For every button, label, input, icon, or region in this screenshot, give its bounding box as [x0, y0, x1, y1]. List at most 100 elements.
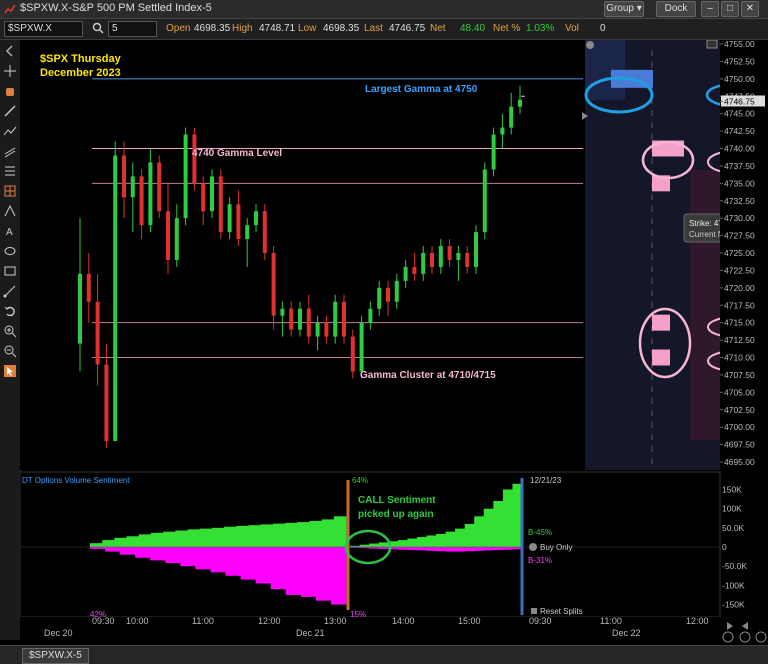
- grid-icon[interactable]: [3, 184, 17, 198]
- b-pos-label: B-45%: [528, 528, 552, 537]
- symbol-input[interactable]: $SPXW.X: [4, 21, 83, 37]
- candle-body: [438, 246, 443, 267]
- pitchfork-icon[interactable]: [3, 204, 17, 218]
- candle-body: [280, 308, 285, 316]
- heading-line1: $SPX Thursday: [40, 53, 122, 65]
- sentiment-buy-bar: [359, 544, 370, 547]
- minimize-button[interactable]: –: [701, 1, 719, 17]
- maximize-button[interactable]: □: [721, 1, 739, 17]
- buy-only-gear-icon[interactable]: [529, 543, 537, 551]
- sentiment-buy-bar: [150, 532, 164, 547]
- reset-splits-icon[interactable]: [531, 608, 537, 614]
- sentiment-buy-bar: [426, 535, 437, 547]
- low-value: 4698.35: [323, 23, 360, 34]
- sentiment-sell-bar: [120, 547, 136, 555]
- trendline-icon[interactable]: [3, 104, 17, 118]
- group-dropdown[interactable]: Group ▾: [604, 1, 644, 17]
- crosshair-icon[interactable]: [3, 64, 17, 78]
- pointer-icon[interactable]: [3, 364, 17, 378]
- price-tick-label: 4730.00: [724, 213, 755, 223]
- drawing-toolbar: A: [0, 40, 21, 640]
- candle-body: [130, 176, 135, 198]
- sentiment-buy-bar: [260, 524, 274, 547]
- net-value: 48.40: [460, 23, 486, 34]
- candle-body: [315, 322, 320, 337]
- text-tool-icon[interactable]: A: [3, 224, 17, 238]
- b-neg-label: B-31%: [528, 556, 552, 565]
- sentiment-sell-bar: [397, 547, 408, 550]
- sentiment-sell-bar: [493, 547, 504, 551]
- sentiment-tick-label: 50.0K: [722, 523, 745, 533]
- reset-splits-label[interactable]: Reset Splits: [540, 607, 583, 616]
- candle-body: [474, 232, 478, 267]
- price-tick-label: 4705.00: [724, 387, 755, 397]
- sentiment-buy-bar: [483, 508, 494, 547]
- candle-body: [218, 176, 223, 233]
- fibonacci-icon[interactable]: [3, 164, 17, 178]
- sentiment-sell-bar: [210, 547, 226, 573]
- sentiment-sell-bar: [195, 547, 211, 570]
- ellipse-tool-icon[interactable]: [3, 244, 17, 258]
- panel-close-icon[interactable]: [706, 40, 718, 49]
- candle-body: [183, 134, 188, 219]
- chart-tab[interactable]: $SPXW.X-5: [22, 648, 89, 664]
- sentiment-buy-bar: [175, 530, 188, 547]
- candle-body: [333, 301, 338, 337]
- sentiment-buy-bar: [236, 525, 249, 547]
- sentiment-buy-bar: [297, 522, 310, 547]
- chart-area[interactable]: $SPX Thursday December 2023 Largest Gamm…: [20, 40, 768, 645]
- candle-body: [447, 246, 452, 260]
- sentiment-sell-bar: [255, 547, 272, 584]
- net-label: Net: [430, 23, 446, 34]
- sentiment-buy-bar: [126, 536, 140, 547]
- close-button[interactable]: ✕: [741, 1, 759, 17]
- settings-gear-icon[interactable]: [586, 41, 594, 49]
- sentiment-sell-bar: [300, 547, 317, 597]
- candle-body: [104, 364, 109, 442]
- time-tick-label: Dec 22: [612, 628, 641, 638]
- candle-body: [201, 183, 206, 212]
- dock-label: Dock: [664, 3, 688, 14]
- price-tick-label: 4700.00: [724, 422, 755, 432]
- candle-body: [289, 308, 294, 330]
- rectangle-tool-icon[interactable]: [3, 264, 17, 278]
- time-tick-label: 14:00: [392, 616, 415, 626]
- candle-body: [412, 266, 417, 274]
- zoom-in-icon[interactable]: [3, 324, 17, 338]
- price-tick-label: 4750.00: [724, 74, 755, 84]
- hand-icon[interactable]: [3, 84, 17, 98]
- price-tick-label: 4720.00: [724, 283, 755, 293]
- chevron-left-icon[interactable]: [3, 44, 17, 58]
- candle-body: [174, 218, 179, 260]
- sentiment-buy-bar: [248, 525, 262, 547]
- search-icon[interactable]: [92, 22, 104, 34]
- gamma-highlight-pink: [690, 170, 720, 440]
- ray-icon[interactable]: [3, 124, 17, 138]
- sentiment-buy-bar: [474, 516, 485, 547]
- sentiment-sell-bar: [150, 547, 166, 561]
- gamma-cluster-label: Gamma Cluster at 4710/4715: [360, 370, 496, 381]
- undo-icon[interactable]: [3, 304, 17, 318]
- interval-value: 5: [112, 23, 118, 34]
- buy-only-label[interactable]: Buy Only: [540, 543, 572, 552]
- time-tick-label: 15:00: [458, 616, 481, 626]
- channel-icon[interactable]: [3, 144, 17, 158]
- call-sentiment-label-2: picked up again: [358, 509, 434, 520]
- price-tick-label: 4746.75: [724, 96, 755, 106]
- sentiment-sell-bar: [270, 547, 287, 590]
- candle-body: [386, 287, 390, 302]
- sentiment-tick-label: 100K: [722, 504, 742, 514]
- interval-select[interactable]: 5: [108, 21, 157, 37]
- sentiment-buy-bar: [272, 523, 286, 547]
- candle-body: [298, 308, 302, 330]
- candle-body: [394, 280, 399, 302]
- time-tick-label: Dec 21: [296, 628, 325, 638]
- symbol-value: $SPXW.X: [8, 23, 52, 34]
- sentiment-buy-bar: [369, 543, 380, 547]
- measure-icon[interactable]: [3, 284, 17, 298]
- zoom-out-icon[interactable]: [3, 344, 17, 358]
- sentiment-sell-bar: [165, 547, 181, 564]
- candle-body: [306, 308, 311, 337]
- time-tick-label: 09:30: [529, 616, 552, 626]
- dock-button[interactable]: Dock: [656, 1, 696, 17]
